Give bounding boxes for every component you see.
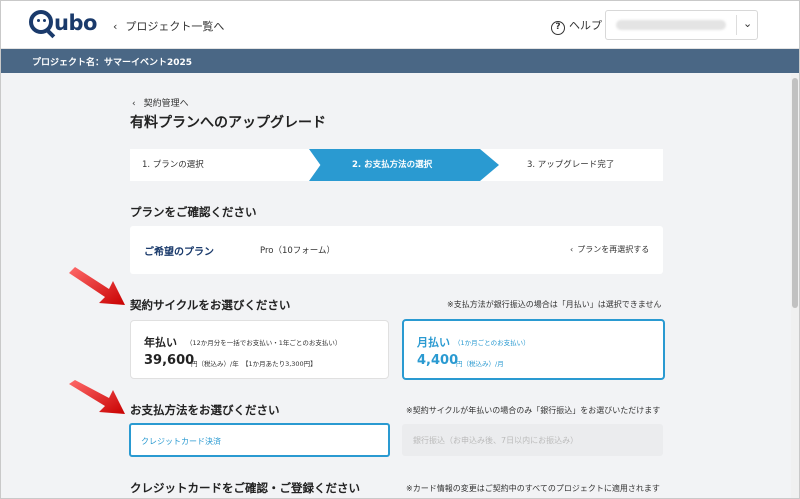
logo-mark-icon <box>29 10 53 34</box>
bank-transfer-option: 銀行振込（お申込み後、7日以内にお振込み） <box>402 424 663 456</box>
back-projects-label: プロジェクト一覧へ <box>125 20 225 33</box>
monthly-price: 4,400 <box>417 353 459 368</box>
breadcrumb-label: 契約管理へ <box>143 99 189 109</box>
annual-price: 39,600 <box>144 353 195 368</box>
help-label: ヘルプ <box>569 19 602 32</box>
scrollbar-thumb[interactable] <box>792 78 798 308</box>
divider <box>736 15 737 35</box>
app-header: ubo ‹ プロジェクト一覧へ ? ヘルプ ⌄ <box>1 1 799 49</box>
account-name-blurred <box>616 20 726 30</box>
help-link[interactable]: ? ヘルプ <box>551 17 602 35</box>
scrollbar[interactable] <box>791 74 799 498</box>
payment-note: ※契約サイクルが年払いの場合のみ「銀行振込」をお選びいただけます <box>406 406 661 415</box>
chevron-down-icon: ⌄ <box>743 17 753 30</box>
credit-card-label: クレジットカード決済 <box>141 437 221 446</box>
annual-plan-option[interactable]: 年払い （12か月分を一括でお支払い・1年ごとのお支払い） 39,600 円（税… <box>130 320 389 379</box>
card-section-title: クレジットカードをご確認・ご登録ください <box>130 481 360 495</box>
account-dropdown[interactable]: ⌄ <box>605 10 758 40</box>
reselect-plan-label: プランを再選択する <box>577 245 650 254</box>
plan-section-title: プランをご確認ください <box>130 205 257 219</box>
monthly-title: 月払い <box>417 336 450 349</box>
chevron-left-icon: ‹ <box>570 245 574 254</box>
annual-tax-note: 円（税込み）/年 【1か月あたり3,300円】 <box>191 360 317 368</box>
step-payment-selection: 2. お支払方法の選択 <box>352 160 433 170</box>
monthly-tax-note: 円（税込み）/月 <box>456 360 504 368</box>
chevron-left-icon: ‹ <box>132 99 136 109</box>
qubo-logo[interactable]: ubo <box>29 10 97 36</box>
logo-text: ubo <box>54 11 97 35</box>
red-arrow-icon <box>69 380 125 414</box>
annual-title: 年払い <box>144 336 177 349</box>
question-circle-icon: ? <box>551 21 565 35</box>
chevron-left-icon: ‹ <box>113 20 118 33</box>
monthly-plan-option[interactable]: 月払い （1か月ごとのお支払い） 4,400 円（税込み）/月 <box>402 319 665 380</box>
annual-subtitle: （12か月分を一括でお支払い・1年ごとのお支払い） <box>186 339 342 347</box>
plan-summary: ご希望のプラン Pro（10フォーム） ‹ プランを再選択する <box>130 226 663 274</box>
credit-card-option[interactable]: クレジットカード決済 <box>129 423 390 457</box>
cycle-section-title: 契約サイクルをお選びください <box>130 298 291 312</box>
progress-steps: 1. プランの選択 2. お支払方法の選択 3. アップグレード完了 <box>130 149 663 181</box>
breadcrumb[interactable]: ‹ 契約管理へ <box>132 96 189 109</box>
plan-label: ご希望のプラン <box>144 247 214 258</box>
cycle-note: ※支払方法が銀行振込の場合は「月払い」は選択できません <box>447 300 662 309</box>
step-upgrade-complete: 3. アップグレード完了 <box>527 160 615 170</box>
back-to-projects-link[interactable]: ‹ プロジェクト一覧へ <box>113 18 224 34</box>
card-note: ※カード情報の変更はご契約中のすべてのプロジェクトに適用されます <box>406 484 660 493</box>
page-title: 有料プランへのアップグレード <box>130 115 326 131</box>
step-plan-selection: 1. プランの選択 <box>142 160 204 170</box>
red-arrow-icon <box>69 267 125 305</box>
bank-transfer-label: 銀行振込（お申込み後、7日以内にお振込み） <box>413 436 579 445</box>
reselect-plan-link[interactable]: ‹ プランを再選択する <box>570 244 649 255</box>
monthly-subtitle: （1か月ごとのお支払い） <box>454 339 530 347</box>
plan-value: Pro（10フォーム） <box>260 246 336 256</box>
project-name-bar: プロジェクト名：サマーイベント2025 <box>1 49 799 73</box>
payment-section-title: お支払方法をお選びください <box>130 403 280 417</box>
